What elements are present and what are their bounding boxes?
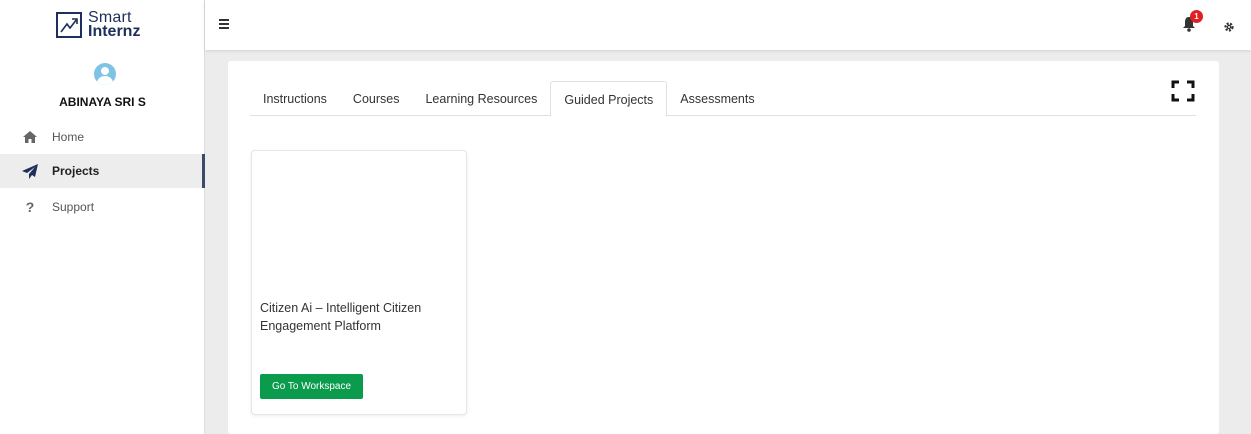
- notification-badge: 1: [1190, 10, 1203, 23]
- tab-bar: Instructions Courses Learning Resources …: [250, 81, 1196, 117]
- sidebar-item-support[interactable]: ? Support: [0, 190, 205, 224]
- hamburger-menu-icon[interactable]: [219, 19, 229, 31]
- tab-assessments[interactable]: Assessments: [667, 81, 767, 116]
- tab-learning-resources[interactable]: Learning Resources: [412, 81, 550, 116]
- tab-courses[interactable]: Courses: [340, 81, 413, 116]
- fullscreen-icon[interactable]: [1171, 80, 1195, 102]
- sidebar-item-label: Home: [52, 130, 85, 144]
- project-card: Citizen Ai – Intelligent Citizen Engagem…: [251, 150, 467, 415]
- sidebar-item-label: Support: [52, 200, 95, 214]
- avatar[interactable]: [94, 63, 116, 85]
- brand-logo[interactable]: Smart Internz: [56, 10, 141, 40]
- user-name: ABINAYA SRI S: [59, 95, 146, 109]
- gear-icon[interactable]: [1223, 20, 1235, 38]
- paper-plane-icon: [20, 163, 40, 179]
- sidebar: Smart Internz ABINAYA SRI S Home Project…: [0, 0, 205, 434]
- brand-line2: Internz: [88, 23, 141, 40]
- sidebar-item-label: Projects: [52, 164, 100, 178]
- sidebar-item-projects[interactable]: Projects: [0, 154, 205, 188]
- question-icon: ?: [25, 199, 35, 215]
- project-title: Citizen Ai – Intelligent Citizen Engagem…: [260, 301, 422, 333]
- logo-icon: [56, 12, 82, 38]
- tab-instructions[interactable]: Instructions: [250, 81, 340, 116]
- go-to-workspace-button[interactable]: Go To Workspace: [260, 374, 363, 399]
- home-icon: [20, 131, 40, 143]
- tab-guided-projects[interactable]: Guided Projects: [550, 81, 668, 117]
- sidebar-item-home[interactable]: Home: [0, 120, 205, 154]
- top-bar: 1: [205, 0, 1251, 50]
